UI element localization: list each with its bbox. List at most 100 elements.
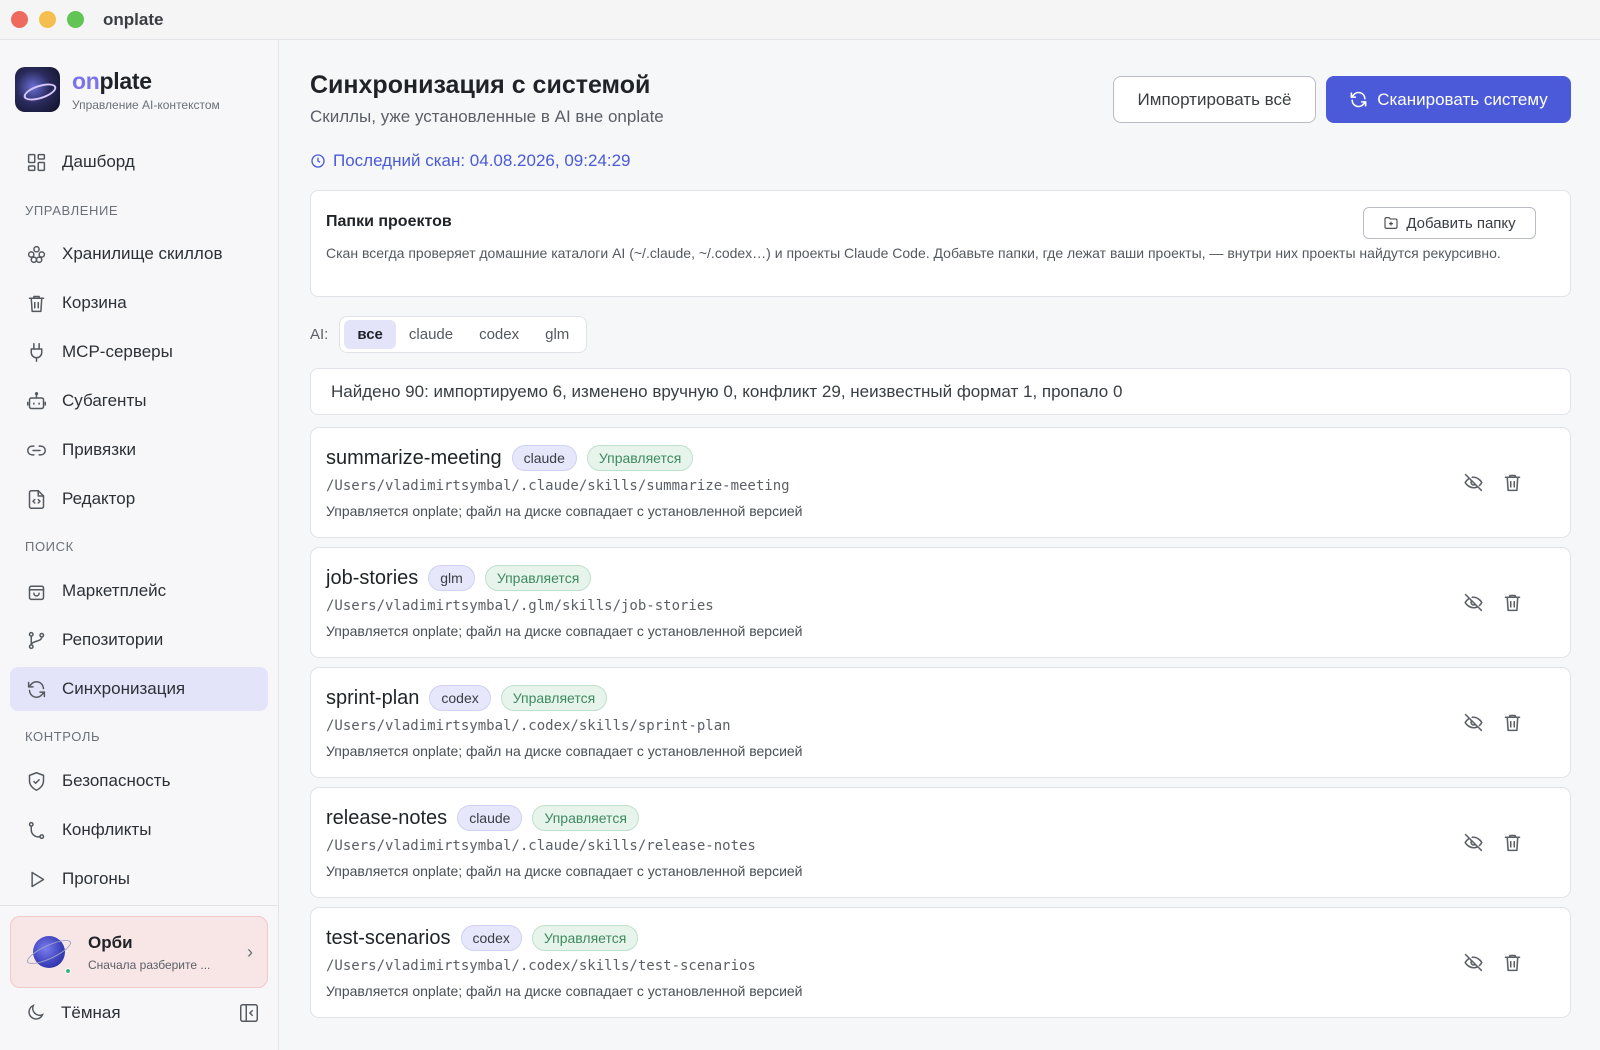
hide-skill-button[interactable] — [1461, 710, 1485, 734]
ai-filter-option-claude[interactable]: claude — [396, 320, 466, 349]
delete-skill-button[interactable] — [1500, 950, 1524, 974]
sidebar-item-skills-vault[interactable]: Хранилище скиллов — [10, 232, 268, 276]
shopping-bag-icon — [25, 580, 47, 602]
hide-skill-button[interactable] — [1461, 830, 1485, 854]
hide-skill-button[interactable] — [1461, 950, 1485, 974]
scan-system-label: Сканировать систему — [1377, 89, 1548, 109]
sidebar-item-conflicts[interactable]: Конфликты — [10, 808, 268, 852]
ai-filter-option-glm[interactable]: glm — [532, 320, 582, 349]
last-scan: Последний скан: 04.08.2026, 09:24:29 — [310, 151, 631, 171]
assistant-card[interactable]: Орби Сначала разберите ... › — [10, 916, 268, 988]
dashboard-icon — [25, 151, 47, 173]
git-branch-icon — [25, 629, 47, 651]
clock-icon — [311, 154, 325, 168]
status-badge: Управляется — [500, 685, 608, 711]
sidebar-item-repositories[interactable]: Репозитории — [10, 618, 268, 662]
trash-icon — [1504, 474, 1520, 491]
ai-filter-label: AI: — [310, 326, 329, 343]
skill-path: /Users/vladimirtsymbal/.codex/skills/tes… — [326, 958, 756, 974]
eye-off-icon — [1463, 833, 1483, 851]
ai-badge: claude — [457, 805, 523, 831]
section-manage: УПРАВЛЕНИЕ — [25, 203, 119, 218]
brand-name: onplate — [72, 68, 220, 95]
skill-note: Управляется onplate; файл на диске совпа… — [326, 623, 803, 639]
collapse-sidebar-button[interactable] — [238, 1002, 260, 1024]
ai-filter: AI: все claude codex glm — [310, 316, 588, 353]
app-logo-icon — [15, 67, 60, 112]
skill-path: /Users/vladimirtsymbal/.claude/skills/su… — [326, 478, 790, 494]
main-content: Синхронизация с системой Скиллы, уже уст… — [280, 40, 1600, 1050]
sidebar-item-sync[interactable]: Синхронизация — [10, 667, 268, 711]
theme-toggle[interactable]: Тёмная — [25, 1002, 121, 1023]
add-folder-button[interactable]: Добавить папку — [1363, 207, 1536, 239]
delete-skill-button[interactable] — [1500, 470, 1524, 494]
sidebar-item-label: Редактор — [62, 489, 136, 508]
page-title: Синхронизация с системой — [310, 71, 651, 99]
skill-path: /Users/vladimirtsymbal/.glm/skills/job-s… — [326, 598, 714, 614]
ai-filter-option-codex[interactable]: codex — [466, 320, 532, 349]
delete-skill-button[interactable] — [1500, 710, 1524, 734]
sidebar-collapse-icon — [240, 1004, 258, 1022]
brand-subtitle: Управление AI-контекстом — [72, 97, 220, 112]
moon-icon — [28, 1004, 44, 1020]
add-folder-label: Добавить папку — [1406, 214, 1516, 232]
scan-system-button[interactable]: Сканировать систему — [1326, 76, 1571, 123]
refresh-icon — [1350, 91, 1367, 108]
delete-skill-button[interactable] — [1500, 590, 1524, 614]
hide-skill-button[interactable] — [1461, 470, 1485, 494]
sidebar-item-label: Репозитории — [62, 630, 164, 649]
sidebar-item-editor[interactable]: Редактор — [10, 477, 268, 521]
play-icon — [25, 868, 47, 890]
eye-off-icon — [1463, 713, 1483, 731]
brand-name-suffix: plate — [99, 67, 152, 94]
skill-note: Управляется onplate; файл на диске совпа… — [326, 863, 803, 879]
section-control: КОНТРОЛЬ — [25, 729, 101, 744]
zoom-window-button[interactable] — [67, 11, 84, 28]
skill-name: sprint-plan — [326, 686, 420, 709]
sidebar-divider — [0, 905, 279, 906]
page-subtitle: Скиллы, уже установленные в AI вне onpla… — [310, 107, 664, 126]
sidebar: onplate Управление AI-контекстом Дашборд… — [0, 40, 279, 1050]
skill-name: job-stories — [326, 566, 419, 589]
ai-filter-option-all[interactable]: все — [344, 320, 396, 349]
minimize-window-button[interactable] — [39, 11, 56, 28]
sidebar-item-mcp-servers[interactable]: MCP-серверы — [10, 330, 268, 374]
title-bar: onplate — [0, 0, 1600, 40]
sidebar-item-label: Конфликты — [62, 820, 152, 839]
brand: onplate Управление AI-контекстом — [15, 67, 220, 112]
hide-skill-button[interactable] — [1461, 590, 1485, 614]
delete-skill-button[interactable] — [1500, 830, 1524, 854]
import-all-button[interactable]: Импортировать всё — [1113, 76, 1316, 123]
sidebar-item-runs[interactable]: Прогоны — [10, 857, 268, 901]
sidebar-item-trash[interactable]: Корзина — [10, 281, 268, 325]
sidebar-item-label: Привязки — [62, 440, 136, 459]
sidebar-item-marketplace[interactable]: Маркетплейс — [10, 569, 268, 613]
sidebar-item-label: Корзина — [62, 293, 127, 312]
skill-path: /Users/vladimirtsymbal/.claude/skills/re… — [326, 838, 756, 854]
trash-icon — [1504, 834, 1520, 851]
sidebar-item-label: Безопасность — [62, 771, 171, 790]
folder-plus-icon — [1384, 217, 1398, 229]
sidebar-item-label: Дашборд — [62, 152, 135, 171]
assistant-name: Орби — [88, 932, 133, 952]
skill-card: sprint-plan codex Управляется /Users/vla… — [310, 667, 1571, 778]
sidebar-item-dashboard[interactable]: Дашборд — [10, 140, 268, 184]
sidebar-item-bindings[interactable]: Привязки — [10, 428, 268, 472]
shield-check-icon — [25, 770, 47, 792]
skill-card: summarize-meeting claude Управляется /Us… — [310, 427, 1571, 538]
eye-off-icon — [1463, 593, 1483, 611]
sync-icon — [25, 678, 47, 700]
project-folders-title: Папки проектов — [326, 213, 452, 230]
skill-note: Управляется onplate; файл на диске совпа… — [326, 503, 803, 519]
window-controls — [11, 11, 84, 28]
window-title: onplate — [103, 9, 164, 29]
close-window-button[interactable] — [11, 11, 28, 28]
ai-badge: codex — [429, 685, 491, 711]
sidebar-item-security[interactable]: Безопасность — [10, 759, 268, 803]
eye-off-icon — [1463, 953, 1483, 971]
ai-badge: claude — [511, 445, 577, 471]
skill-name: test-scenarios — [326, 926, 451, 949]
sidebar-item-label: Прогоны — [62, 869, 131, 888]
status-badge: Управляется — [484, 565, 592, 591]
sidebar-item-subagents[interactable]: Субагенты — [10, 379, 268, 423]
